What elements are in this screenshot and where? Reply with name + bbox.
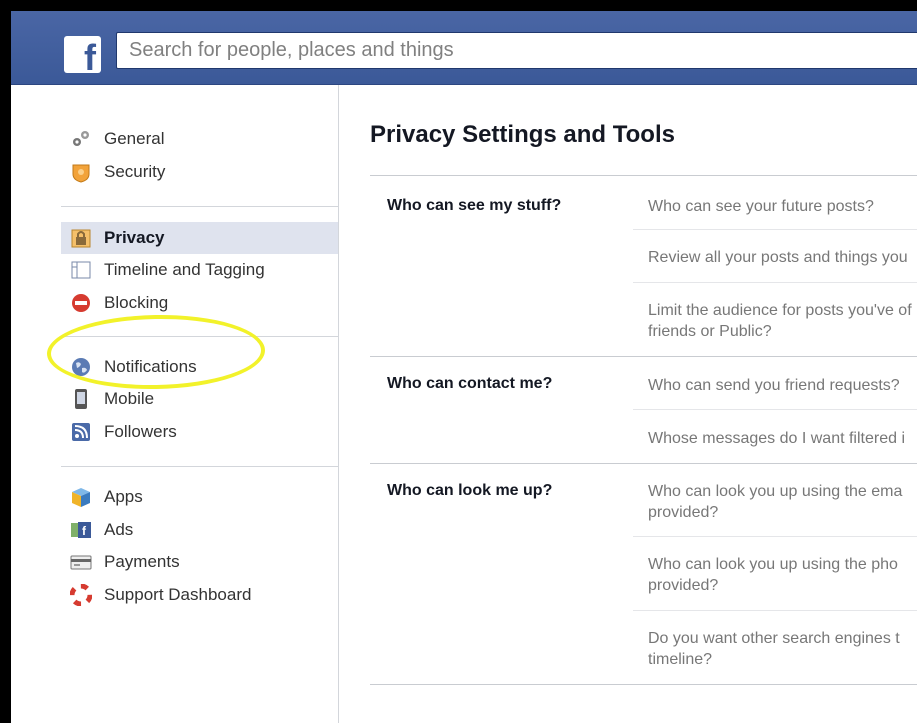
sidebar-item-payments[interactable]: Payments: [61, 546, 338, 578]
facebook-logo-letter: f: [84, 37, 96, 78]
search-input[interactable]: [117, 33, 917, 68]
setting-row[interactable]: Who can look you up using the ema provid…: [648, 481, 917, 523]
sidebar-item-label: Blocking: [104, 293, 169, 312]
sidebar-item-apps[interactable]: Apps: [61, 481, 338, 513]
sidebar-item-blocking[interactable]: Blocking: [61, 287, 338, 319]
sidebar-item-general[interactable]: General: [61, 123, 338, 155]
sidebar-item-timeline-tagging[interactable]: Timeline and Tagging: [61, 254, 338, 286]
badge-icon: [70, 161, 92, 183]
row-divider: [633, 610, 917, 611]
setting-row[interactable]: Limit the audience for posts you've of f…: [648, 300, 917, 342]
sidebar-item-support-dashboard[interactable]: Support Dashboard: [61, 579, 338, 611]
settings-sidebar: General Security Privacy Timeline and Ta…: [11, 85, 339, 723]
sidebar-item-label: Security: [104, 162, 166, 181]
top-bar: f: [11, 11, 917, 85]
lifebuoy-icon: [70, 584, 92, 606]
sidebar-item-label: Timeline and Tagging: [104, 260, 265, 279]
ads-icon: f: [70, 519, 92, 541]
sidebar-item-followers[interactable]: Followers: [61, 416, 338, 448]
sidebar-item-label: Privacy: [104, 228, 165, 247]
row-divider: [633, 282, 917, 283]
sidebar-item-label: Payments: [104, 552, 180, 571]
section-label-see-stuff: Who can see my stuff?: [387, 197, 562, 214]
row-divider: [633, 229, 917, 230]
section-divider: [370, 356, 917, 357]
sidebar-item-privacy[interactable]: Privacy: [61, 222, 338, 254]
section-divider: [370, 175, 917, 176]
setting-row[interactable]: Review all your posts and things you: [648, 247, 917, 268]
setting-row[interactable]: Who can see your future posts?: [648, 196, 917, 217]
section-divider: [370, 463, 917, 464]
section-label-contact-me: Who can contact me?: [387, 375, 553, 392]
row-divider: [633, 409, 917, 410]
section-divider: [370, 684, 917, 685]
sidebar-item-label: Support Dashboard: [104, 585, 252, 604]
phone-icon: [70, 388, 92, 410]
cube-icon: [70, 486, 92, 508]
sidebar-item-label: Ads: [104, 520, 134, 539]
sidebar-item-label: Followers: [104, 422, 177, 441]
sidebar-item-ads[interactable]: f Ads: [61, 514, 338, 546]
card-icon: [70, 551, 92, 573]
setting-row[interactable]: Who can look you up using the pho provid…: [648, 554, 917, 596]
facebook-logo[interactable]: f: [64, 36, 101, 78]
lock-icon: [70, 227, 92, 249]
facebook-window: f General Security Privacy: [11, 11, 917, 723]
block-icon: [70, 292, 92, 314]
sidebar-item-label: General: [104, 129, 165, 148]
page-title: Privacy Settings and Tools: [370, 121, 675, 148]
row-divider: [633, 536, 917, 537]
setting-row[interactable]: Do you want other search engines t timel…: [648, 628, 917, 670]
section-label-look-me-up: Who can look me up?: [387, 482, 553, 499]
sidebar-divider: [61, 466, 338, 467]
sidebar-item-mobile[interactable]: Mobile: [61, 383, 338, 415]
search-box[interactable]: [116, 32, 917, 69]
gears-icon: [70, 128, 92, 150]
timeline-icon: [70, 259, 92, 281]
sidebar-item-label: Mobile: [104, 389, 155, 408]
setting-row[interactable]: Who can send you friend requests?: [648, 375, 917, 396]
sidebar-item-security[interactable]: Security: [61, 156, 338, 188]
rss-icon: [70, 421, 92, 443]
sidebar-divider: [61, 206, 338, 207]
setting-row[interactable]: Whose messages do I want filtered i: [648, 428, 917, 449]
sidebar-item-label: Apps: [104, 487, 143, 506]
